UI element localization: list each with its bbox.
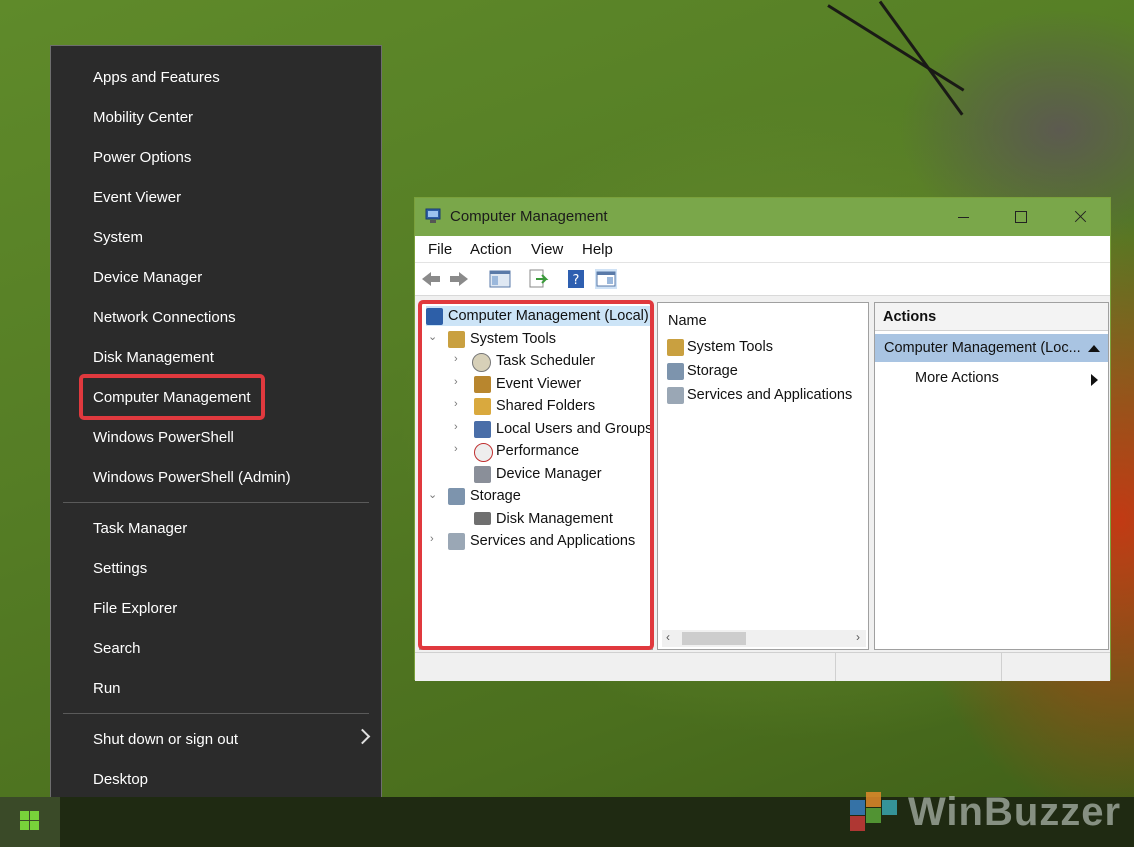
menu-separator [63, 502, 369, 503]
menu-item-settings[interactable]: Settings [93, 557, 147, 581]
horizontal-scrollbar[interactable]: ‹ › [662, 630, 866, 647]
computer-management-icon [425, 208, 441, 223]
scroll-left-icon[interactable]: ‹ [666, 630, 670, 644]
help-icon[interactable]: ? [565, 269, 587, 289]
more-actions-link[interactable]: More Actions [915, 370, 999, 386]
menu-item-desktop[interactable]: Desktop [93, 768, 148, 792]
menu-item-network-connections[interactable]: Network Connections [93, 306, 236, 330]
submenu-arrow-icon [1091, 374, 1098, 386]
actions-pane: Actions Computer Management (Loc... More… [874, 302, 1109, 650]
highlight-frame [418, 300, 654, 650]
actions-section-computer-management[interactable]: Computer Management (Loc... [875, 334, 1108, 362]
minimize-button[interactable] [936, 198, 992, 236]
toolbar: ? [415, 262, 1110, 296]
list-item[interactable]: Storage [687, 363, 738, 379]
actions-header: Actions [875, 303, 1108, 331]
menu-item-shut-down-or-sign-out[interactable]: Shut down or sign out [93, 728, 238, 752]
menu-item-search[interactable]: Search [93, 637, 141, 661]
menu-help[interactable]: Help [582, 241, 613, 258]
menu-action[interactable]: Action [470, 241, 512, 258]
close-button[interactable] [1052, 198, 1108, 236]
export-list-icon[interactable] [527, 269, 549, 289]
show-hide-console-tree-icon[interactable] [489, 269, 511, 289]
decorative-antenna [878, 0, 964, 116]
menu-item-device-manager[interactable]: Device Manager [93, 266, 202, 290]
watermark-text: WinBuzzer [908, 790, 1122, 834]
menu-file[interactable]: File [428, 241, 452, 258]
scroll-right-icon[interactable]: › [856, 630, 860, 644]
back-icon[interactable] [420, 269, 442, 289]
decorative-antenna [827, 4, 965, 92]
actions-section-label: Computer Management (Loc... [884, 340, 1081, 356]
status-bar [415, 652, 1110, 681]
menu-bar: File Action View Help [415, 236, 1110, 262]
menu-item-windows-powershell-admin[interactable]: Windows PowerShell (Admin) [93, 466, 291, 490]
menu-item-apps-and-features[interactable]: Apps and Features [93, 66, 220, 90]
show-hide-action-pane-icon[interactable] [595, 269, 617, 289]
storage-icon [667, 363, 684, 380]
start-button[interactable] [0, 797, 60, 847]
scrollbar-thumb[interactable] [682, 632, 746, 645]
services-icon [667, 387, 684, 404]
menu-item-mobility-center[interactable]: Mobility Center [93, 106, 193, 130]
menu-view[interactable]: View [531, 241, 563, 258]
menu-item-event-viewer[interactable]: Event Viewer [93, 186, 181, 210]
menu-item-run[interactable]: Run [93, 677, 121, 701]
result-list-pane: Name System Tools Storage Services and A… [657, 302, 869, 650]
menu-item-windows-powershell[interactable]: Windows PowerShell [93, 426, 234, 450]
title-bar[interactable]: Computer Management [415, 198, 1110, 236]
list-item[interactable]: Services and Applications [687, 387, 852, 403]
menu-item-system[interactable]: System [93, 226, 143, 250]
menu-item-power-options[interactable]: Power Options [93, 146, 191, 170]
forward-icon[interactable] [448, 269, 470, 289]
column-header-name[interactable]: Name [668, 313, 707, 329]
chevron-right-icon [354, 728, 371, 745]
maximize-button[interactable] [993, 198, 1049, 236]
menu-item-file-explorer[interactable]: File Explorer [93, 597, 177, 621]
menu-item-task-manager[interactable]: Task Manager [93, 517, 187, 541]
tools-icon [667, 339, 684, 356]
collapse-up-icon[interactable] [1088, 344, 1100, 352]
list-item[interactable]: System Tools [687, 339, 773, 355]
svg-text:?: ? [573, 273, 580, 288]
menu-item-disk-management[interactable]: Disk Management [93, 346, 214, 370]
window-title: Computer Management [450, 208, 608, 225]
menu-item-computer-management[interactable]: Computer Management [93, 386, 251, 410]
winx-menu: Apps and Features Mobility Center Power … [50, 45, 382, 808]
menu-separator [63, 713, 369, 714]
